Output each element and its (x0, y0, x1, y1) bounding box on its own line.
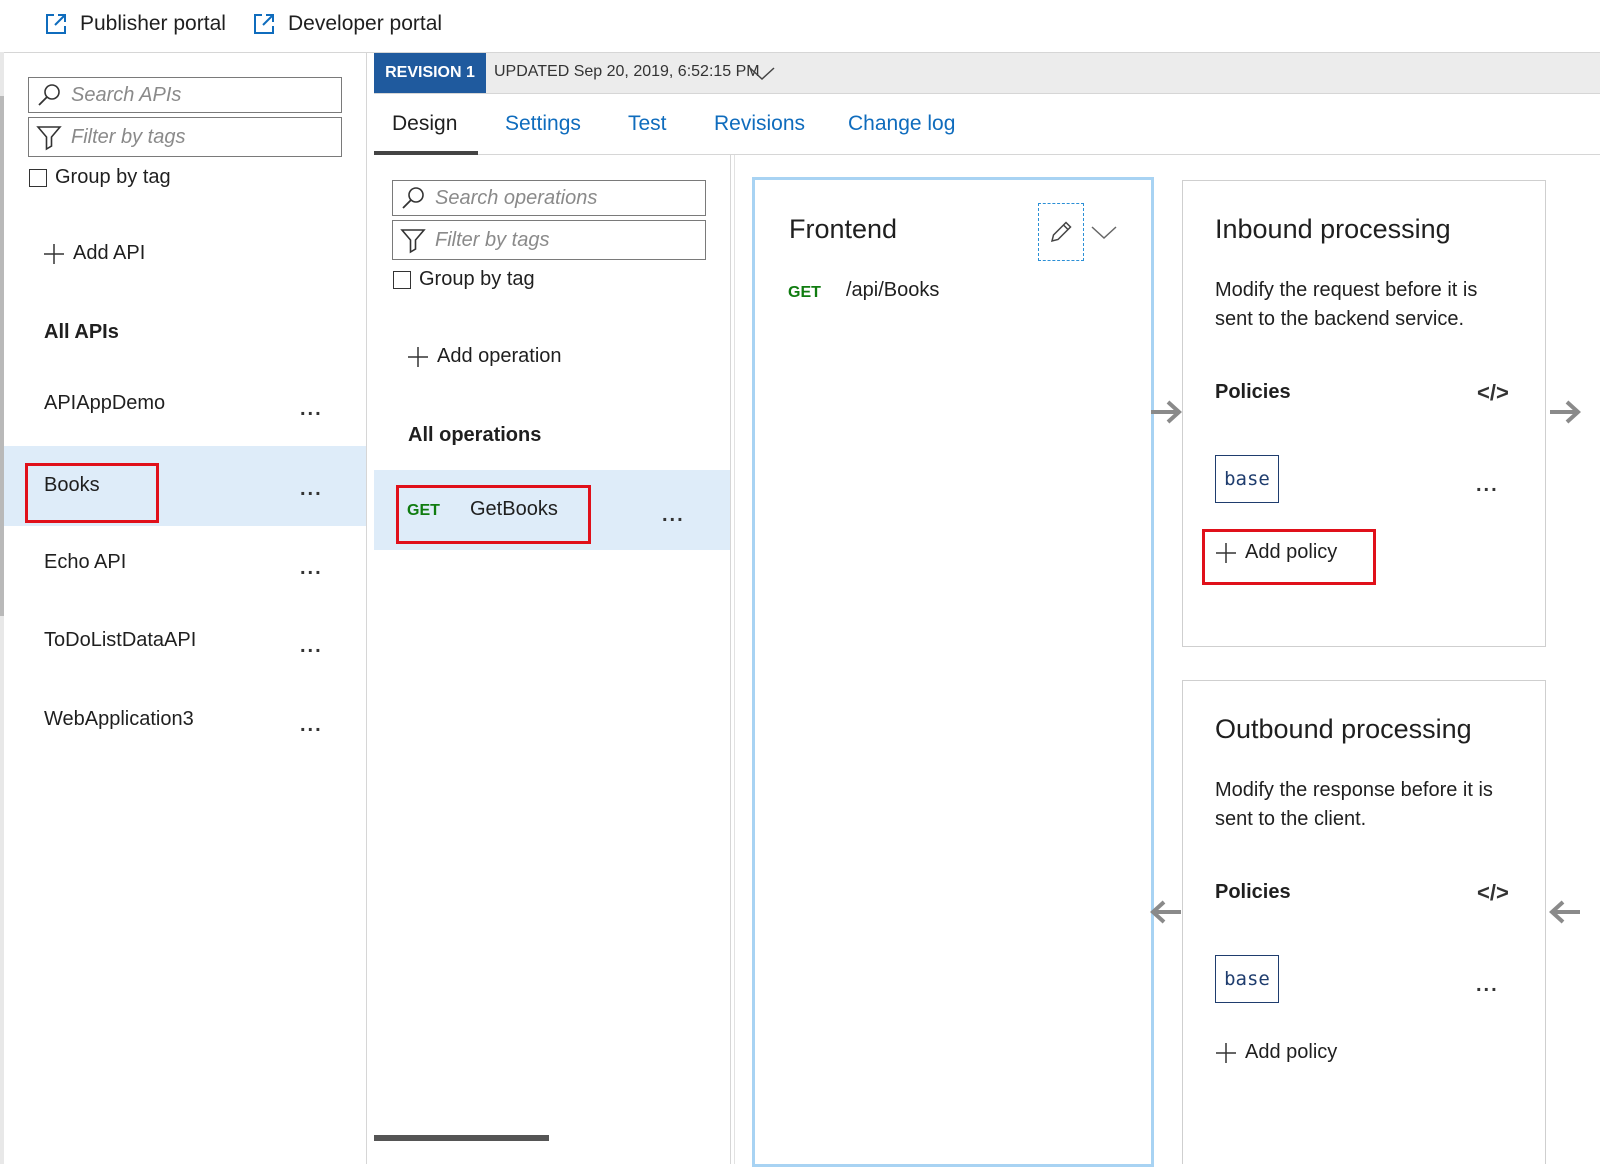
filter-operations-placeholder: Filter by tags (435, 228, 550, 251)
more-icon[interactable]: ... (300, 398, 323, 421)
search-apis-placeholder: Search APIs (71, 83, 182, 106)
plus-icon (43, 243, 65, 265)
developer-portal-label: Developer portal (288, 12, 443, 35)
api-item-label: WebApplication3 (44, 708, 194, 730)
operations-panel (374, 155, 731, 1164)
add-policy-label: Add policy (1245, 1041, 1338, 1063)
arrow-right-icon (1149, 398, 1183, 426)
filter-icon (399, 226, 427, 254)
add-operation-button[interactable]: Add operation (407, 345, 562, 368)
group-by-tag-label: Group by tag (55, 166, 171, 188)
revision-badge[interactable]: REVISION 1 (374, 53, 486, 93)
outbound-processing-card (1182, 680, 1546, 1164)
revision-updated-text: UPDATED Sep 20, 2019, 6:52:15 PM (494, 63, 760, 80)
add-api-button[interactable]: Add API (43, 242, 145, 265)
base-policy-chip[interactable]: base (1215, 455, 1279, 503)
arrow-left-icon (1149, 898, 1183, 926)
inbound-policies-label: Policies (1215, 381, 1291, 403)
outbound-policies-label: Policies (1215, 881, 1291, 903)
external-link-icon (252, 12, 276, 36)
search-operations-placeholder: Search operations (435, 186, 598, 209)
tab-settings[interactable]: Settings (505, 112, 581, 136)
developer-portal-link[interactable]: Developer portal (252, 12, 442, 36)
publisher-portal-link[interactable]: Publisher portal (44, 12, 226, 36)
inbound-description-line: sent to the backend service. (1215, 308, 1465, 330)
plus-icon (1215, 1042, 1237, 1064)
search-icon (35, 81, 63, 109)
edit-frontend-button[interactable] (1038, 203, 1084, 261)
api-item-label: ToDoListDataAPI (44, 629, 197, 651)
outbound-add-policy-button[interactable]: Add policy (1215, 1041, 1337, 1064)
getbooks-highlight (396, 485, 591, 544)
group-by-tag-label: Group by tag (419, 268, 535, 290)
publisher-portal-label: Publisher portal (80, 12, 226, 35)
filter-apis-input[interactable]: Filter by tags (28, 117, 342, 157)
plus-icon (407, 346, 429, 368)
more-icon[interactable]: ... (662, 504, 685, 527)
add-api-label: Add API (73, 242, 146, 264)
api-item[interactable]: APIAppDemo ... (4, 368, 366, 446)
more-icon[interactable]: ... (300, 478, 323, 501)
search-icon (399, 184, 427, 212)
api-item-label: APIAppDemo (44, 392, 166, 414)
books-highlight (25, 463, 159, 523)
outbound-description-line: sent to the client. (1215, 808, 1367, 830)
chevron-down-icon[interactable] (748, 66, 776, 82)
more-icon[interactable]: ... (300, 635, 323, 658)
search-operations-input[interactable]: Search operations (392, 180, 706, 216)
tab-change-log[interactable]: Change log (848, 112, 955, 136)
outbound-description: Modify the response before it is sent to… (1215, 776, 1493, 834)
group-by-tag-operations[interactable]: Group by tag (393, 268, 535, 291)
operations-scrollbar[interactable] (374, 1135, 549, 1141)
tab-test[interactable]: Test (628, 112, 667, 136)
frontend-title: Frontend (789, 214, 898, 244)
more-icon[interactable]: ... (1476, 974, 1499, 997)
arrow-right-icon (1548, 398, 1582, 426)
outbound-description-line: Modify the response before it is (1215, 779, 1493, 801)
base-policy-chip[interactable]: base (1215, 955, 1279, 1003)
frontend-method: GET (788, 284, 821, 301)
group-by-tag-checkbox[interactable] (393, 270, 411, 289)
group-by-tag-apis[interactable]: Group by tag (29, 166, 171, 189)
portal-bar: Publisher portal Developer portal (0, 0, 1600, 53)
all-apis-heading[interactable]: All APIs (44, 321, 119, 344)
pencil-icon (1048, 219, 1074, 245)
filter-apis-placeholder: Filter by tags (71, 125, 186, 148)
api-item[interactable]: Echo API ... (4, 527, 366, 605)
filter-operations-input[interactable]: Filter by tags (392, 220, 706, 260)
inbound-description: Modify the request before it is sent to … (1215, 276, 1477, 334)
code-view-icon[interactable]: </> (1477, 880, 1509, 906)
inbound-title: Inbound processing (1215, 214, 1451, 244)
more-icon[interactable]: ... (1476, 474, 1499, 497)
inbound-description-line: Modify the request before it is (1215, 279, 1478, 301)
arrow-left-icon (1548, 898, 1582, 926)
api-item[interactable]: WebApplication3 ... (4, 684, 366, 762)
api-item-label: Echo API (44, 551, 127, 573)
operations-panel-divider (734, 155, 740, 1164)
frontend-card[interactable] (752, 177, 1154, 1167)
filter-icon (35, 123, 63, 151)
code-view-icon[interactable]: </> (1477, 380, 1509, 406)
outbound-title: Outbound processing (1215, 714, 1472, 744)
group-by-tag-checkbox[interactable] (29, 168, 47, 187)
more-icon[interactable]: ... (300, 714, 323, 737)
search-apis-input[interactable]: Search APIs (28, 77, 342, 113)
add-operation-label: Add operation (437, 345, 562, 367)
api-item[interactable]: ToDoListDataAPI ... (4, 605, 366, 683)
tab-design[interactable]: Design (392, 112, 457, 136)
add-policy-highlight (1202, 529, 1376, 585)
all-operations-heading[interactable]: All operations (408, 424, 541, 447)
more-icon[interactable]: ... (300, 557, 323, 580)
chevron-down-icon[interactable] (1090, 225, 1118, 241)
external-link-icon (44, 12, 68, 36)
frontend-path: /api/Books (846, 279, 940, 301)
tab-revisions[interactable]: Revisions (714, 112, 805, 136)
